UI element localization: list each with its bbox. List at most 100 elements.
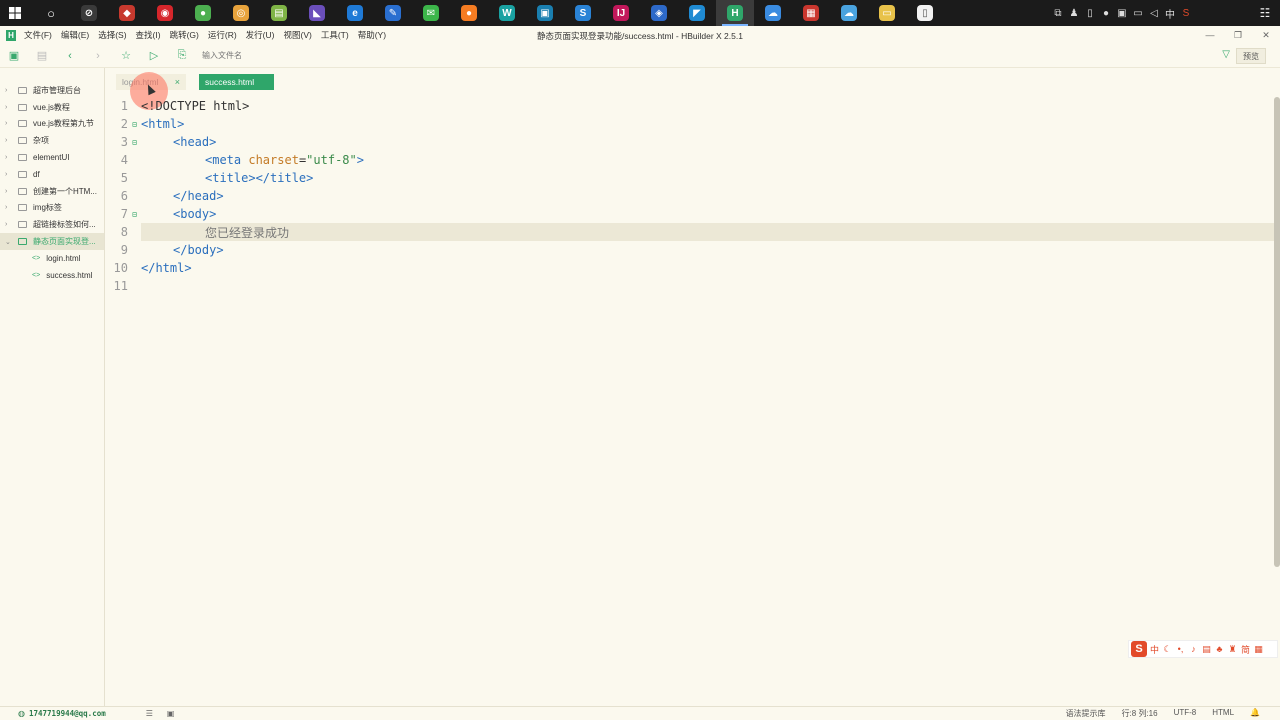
taskbar-app-button[interactable]: ◣ [298,0,336,26]
browse-file-icon[interactable]: ⎘ [168,44,196,68]
new-file-icon[interactable]: ▣ [0,44,28,68]
taskbar-app-button[interactable]: ◉ [146,0,184,26]
user-account[interactable]: 1747719944@qq.com [29,709,106,718]
menu-edit[interactable]: 编辑(E) [61,29,89,41]
volume-icon[interactable]: ◁ [1146,0,1162,26]
grid-menu-icon[interactable]: ▦ [1253,644,1264,655]
menu-find[interactable]: 查找(I) [136,29,161,41]
taskbar-app-button[interactable]: IJ [602,0,640,26]
taskbar-app-button[interactable]: ▯ [906,0,944,26]
taskbar-app-button[interactable]: ▦ [792,0,830,26]
keyboard-icon[interactable]: ▤ [1201,644,1212,655]
filter-icon[interactable]: ▽ [1222,49,1230,60]
project-item[interactable]: › 超市管理后台 [0,82,104,99]
shirt-icon[interactable]: ♜ [1227,644,1238,655]
network-icon[interactable]: ▭ [1130,0,1146,26]
close-icon[interactable]: ✕ [1252,26,1280,44]
back-icon[interactable]: ‹ [56,44,84,68]
usb-icon[interactable]: ▯ [1082,0,1098,26]
console-icon[interactable]: ▣ [167,709,175,718]
taskbar-app-button[interactable]: e [336,0,374,26]
code-editor[interactable]: 1 <!DOCTYPE html> 2 ⊟ <html> 3 ⊟ <head> 4 … [106,97,1274,697]
copy-icon[interactable]: ⧉ [1050,0,1066,26]
netease-music-icon: ◉ [157,5,173,21]
start-button[interactable] [0,0,30,26]
tray-app-icon[interactable]: ♟ [1066,0,1082,26]
editor-scrollbar[interactable] [1274,97,1280,567]
file-encoding[interactable]: UTF-8 [1174,708,1197,719]
menu-select[interactable]: 选择(S) [98,29,126,41]
project-item[interactable]: › 杂项 [0,132,104,149]
project-item[interactable]: › vue.js教程第九节 [0,116,104,133]
notification-icon[interactable]: ☷ [1250,6,1280,20]
taskbar-app-button[interactable]: ◤ [678,0,716,26]
project-item[interactable]: › img标签 [0,200,104,217]
taskbar-app-button[interactable]: ● [184,0,222,26]
skin-icon[interactable]: ♣ [1214,644,1225,654]
sogou-logo-icon[interactable]: S [1131,641,1147,657]
save-icon[interactable]: ▤ [28,44,56,68]
taskbar-app-button[interactable]: ◈ [640,0,678,26]
project-item[interactable]: › elementUI [0,149,104,166]
project-item[interactable]: › vue.js教程 [0,99,104,116]
taskbar-app-button[interactable]: ⊘ [70,0,108,26]
preview-button[interactable]: 预览 [1236,48,1266,64]
chevron-right-icon: › [5,103,8,111]
run-icon[interactable]: ▷ [140,44,168,68]
taskbar-app-button[interactable]: ▤ [260,0,298,26]
fold-icon[interactable]: ⊟ [128,138,141,147]
project-item-selected[interactable]: ⌄ 静态页面实现登... [0,233,104,250]
menu-publish[interactable]: 发行(U) [246,29,275,41]
moon-icon[interactable]: ☾ [1162,644,1173,655]
restore-icon[interactable]: ❐ [1224,26,1252,44]
project-item[interactable]: › df [0,166,104,183]
taskbar-app-button[interactable]: ● [450,0,488,26]
windows-logo-icon [9,7,21,19]
file-item-success[interactable]: <> success.html [0,267,104,284]
forward-icon[interactable]: › [84,44,112,68]
menu-help[interactable]: 帮助(Y) [358,29,386,41]
punctuation-icon[interactable]: •, [1175,644,1186,654]
clock[interactable] [1194,8,1250,18]
syntax-hint-library[interactable]: 语法提示库 [1066,708,1106,719]
project-item[interactable]: › 超链接标签如何... [0,216,104,233]
menu-file[interactable]: 文件(F) [24,29,52,41]
ime-language-indicator[interactable]: 中 [1162,0,1178,26]
taskbar-app-button[interactable]: ☁ [754,0,792,26]
simplified-icon[interactable]: 简 [1240,643,1251,656]
taskbar-app-button[interactable]: ☁ [830,0,868,26]
taskbar-app-button[interactable]: ▣ [526,0,564,26]
ime-lang-toggle[interactable]: 中 [1149,643,1160,656]
tab-success[interactable]: success.html [199,74,274,90]
taskbar-app-button[interactable]: H [716,0,754,26]
favorite-star-icon[interactable]: ☆ [112,44,140,68]
security-icon[interactable]: ▣ [1114,0,1130,26]
menu-goto[interactable]: 跳转(G) [170,29,199,41]
taskbar-app-button[interactable]: ▭ [868,0,906,26]
fold-icon[interactable]: ⊟ [128,210,141,219]
fold-icon[interactable]: ⊟ [128,120,141,129]
bell-icon[interactable]: 🔔 [1250,708,1260,719]
taskbar-app-button[interactable]: ✉ [412,0,450,26]
close-icon[interactable]: × [175,77,180,87]
taskbar-app-button[interactable]: ◎ [222,0,260,26]
taskbar-app-button[interactable]: S [564,0,602,26]
minimize-icon[interactable]: — [1196,26,1224,44]
file-search-input[interactable] [202,51,402,60]
tab-login[interactable]: login.html × [116,74,186,90]
taskbar-app-button[interactable]: W [488,0,526,26]
sogou-tray-icon[interactable]: S [1178,0,1194,26]
menu-run[interactable]: 运行(R) [208,29,237,41]
taskbar-app-button[interactable]: ✎ [374,0,412,26]
language-mode[interactable]: HTML [1212,708,1234,719]
taskbar-app-button[interactable]: ◆ [108,0,146,26]
cursor-position[interactable]: 行:8 列:16 [1122,708,1158,719]
microphone-icon[interactable]: ♪ [1188,644,1199,654]
project-item[interactable]: › 创建第一个HTM... [0,183,104,200]
list-icon[interactable]: ☰ [146,709,153,718]
menu-tools[interactable]: 工具(T) [321,29,349,41]
microphone-icon[interactable]: ● [1098,0,1114,26]
taskbar-app-button[interactable]: ○ [32,0,70,26]
file-item-login[interactable]: <> login.html [0,250,104,267]
menu-view[interactable]: 视图(V) [283,29,311,41]
